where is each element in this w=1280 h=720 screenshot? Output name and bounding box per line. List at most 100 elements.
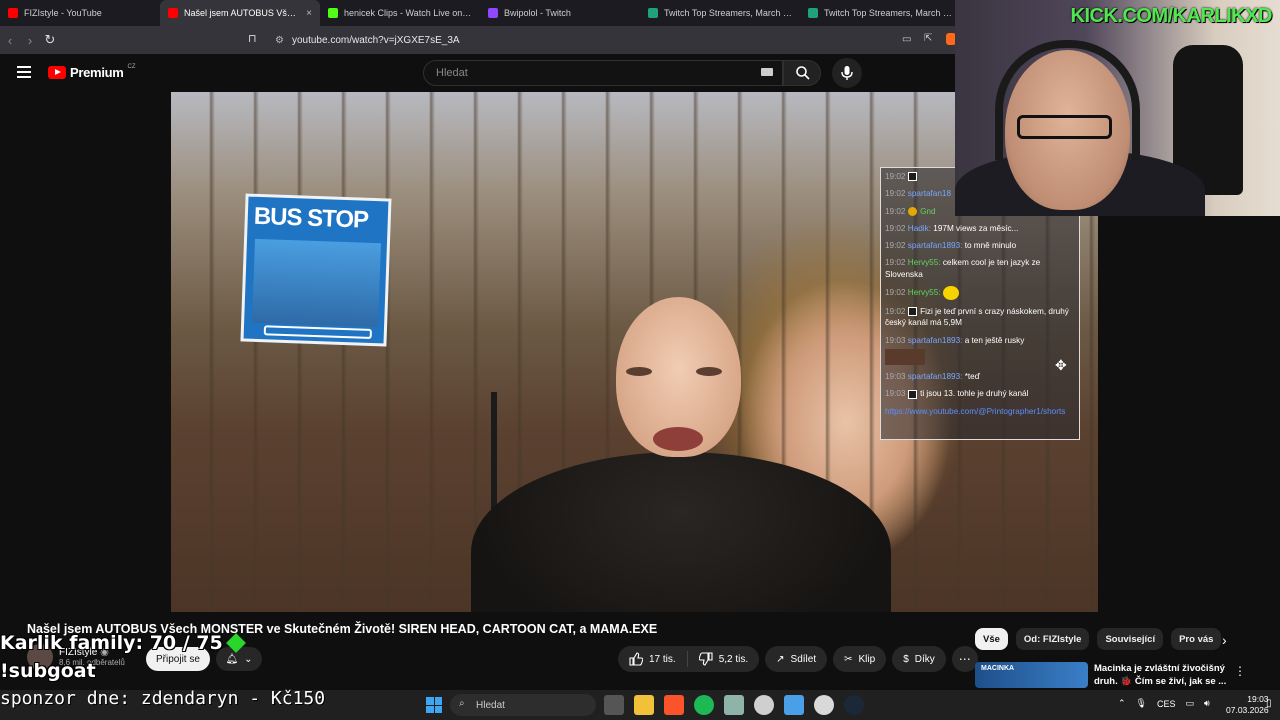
chat-message: 19:03 ti jsou 13. tohle je druhý kanál xyxy=(885,388,1075,399)
suggested-video-menu-icon[interactable]: ⋮ xyxy=(1234,664,1246,678)
filter-chip[interactable]: Pro vás xyxy=(1171,628,1222,650)
chat-username[interactable]: Hadik: xyxy=(908,224,931,233)
voice-search-button[interactable] xyxy=(832,58,862,88)
url-field[interactable]: ⚙ youtube.com/watch?v=jXGXE7sE_3A xyxy=(275,30,975,50)
chat-link[interactable]: https://www.youtube.com/@Printographer1/… xyxy=(885,407,1065,416)
dislike-button[interactable]: 5,2 tis. xyxy=(688,646,759,672)
chat-timestamp: 19:02 xyxy=(885,206,906,216)
system-tray: ⌃ 🎙︎ CES ▭ 🔊︎ xyxy=(1118,698,1210,709)
network-icon[interactable]: ▭ xyxy=(1186,698,1195,709)
sponsor-of-the-day: sponzor dne: zdendaryn - Kč150 xyxy=(0,688,326,709)
notifications-icon[interactable]: ▯ xyxy=(1266,698,1272,709)
chat-username[interactable]: Hervy55: xyxy=(908,258,941,267)
menu-icon[interactable] xyxy=(17,66,31,78)
taskbar-clock[interactable]: 19:03 07.03.2026 xyxy=(1226,694,1269,716)
suggested-video[interactable]: MACINKA Macinka je zvláštní živočišný dr… xyxy=(975,662,1275,688)
reload-icon[interactable]: ↻ xyxy=(40,32,60,48)
close-tab-icon[interactable]: × xyxy=(306,8,312,19)
thanks-button[interactable]: $ Díky xyxy=(892,646,946,672)
more-actions-button[interactable]: ⋯ xyxy=(951,646,978,672)
keyboard-icon[interactable] xyxy=(761,68,773,76)
suggested-video-title[interactable]: Macinka je zvláštní živočišný druh. 🐞 Čí… xyxy=(1094,662,1244,688)
move-cursor-icon: ✥ xyxy=(1055,357,1067,373)
thumbs-down-icon xyxy=(698,652,713,666)
bookmark-icon[interactable]: ⊓ xyxy=(248,32,257,45)
steam-icon[interactable] xyxy=(844,695,864,715)
browser-tab[interactable]: Twitch Top Streamers, March 2026 - T xyxy=(640,0,800,26)
chat-message: 19:02 spartafan1893: to mně minulo xyxy=(885,240,1075,251)
search-button[interactable] xyxy=(783,60,821,86)
super-thanks-icon: $ xyxy=(903,653,909,665)
notepad-icon[interactable] xyxy=(724,695,744,715)
taskbar-search[interactable]: ⌕ Hledat xyxy=(450,694,596,716)
scissors-icon: ✂ xyxy=(844,653,853,665)
browser-tab[interactable]: Twitch Top Streamers, March 2026 xyxy=(800,0,960,26)
language-indicator[interactable]: CES xyxy=(1157,699,1176,709)
chat-message: 19:02 Hadik: 197M views za měsíc... xyxy=(885,223,1075,234)
filter-chip[interactable]: Vše xyxy=(975,628,1008,650)
tab-favicon-icon xyxy=(648,8,658,18)
chat-username[interactable]: Hervy55: xyxy=(908,288,941,297)
clock-date: 07.03.2026 xyxy=(1226,705,1269,715)
chat-badge-icon xyxy=(907,172,917,182)
chat-timestamp: 19:03 xyxy=(885,335,906,345)
thumbs-up-icon xyxy=(629,652,643,666)
kick-channel-name: KICK.COM/KARLIKXD xyxy=(1070,5,1273,27)
brave-browser-icon[interactable] xyxy=(664,695,684,715)
back-icon[interactable]: ‹ xyxy=(0,33,20,48)
tab-label: Bwipolol - Twitch xyxy=(504,8,571,18)
chat-username[interactable]: spartafan1893: xyxy=(908,241,963,250)
site-info-icon[interactable]: ⚙ xyxy=(275,35,284,46)
task-view-icon[interactable] xyxy=(604,695,624,715)
search-input[interactable]: Hledat xyxy=(423,60,783,86)
chat-message: 19:02 Hervy55: xyxy=(885,286,1075,301)
dislike-count: 5,2 tis. xyxy=(718,653,749,665)
video-bus-stop-sign: BUS STOP xyxy=(240,193,392,347)
chat-message: 19:03 spartafan1893: *teď xyxy=(885,371,1075,382)
browser-tab[interactable]: FIZIstyle - YouTube xyxy=(0,0,160,26)
tab-favicon-icon xyxy=(488,8,498,18)
browser-tab[interactable]: Bwipolol - Twitch xyxy=(480,0,640,26)
share-page-icon[interactable]: ⇱ xyxy=(924,33,932,44)
chat-username[interactable]: Gnd xyxy=(920,207,935,216)
suggested-video-thumbnail[interactable]: MACINKA xyxy=(975,662,1088,688)
clip-button[interactable]: ✂ Klip xyxy=(833,646,887,672)
filter-chip[interactable]: Související xyxy=(1097,628,1164,650)
chat-username[interactable]: spartafan18 xyxy=(908,189,951,198)
chat-text: *teď xyxy=(964,371,980,381)
tab-label: Twitch Top Streamers, March 2026 xyxy=(824,8,952,18)
chat-timestamp: 19:02 xyxy=(885,223,906,233)
photos-icon[interactable] xyxy=(784,695,804,715)
volume-icon[interactable]: 🔊︎ xyxy=(1204,698,1210,709)
taskbar-apps xyxy=(604,695,864,715)
forward-icon[interactable]: › xyxy=(20,33,40,48)
chat-text: 197M views za měsíc... xyxy=(933,223,1019,233)
chat-message: 19:02 Hervy55: celkem cool je ten jazyk … xyxy=(885,257,1075,280)
obs-icon[interactable] xyxy=(754,695,774,715)
youtube-logo[interactable]: Premium CZ xyxy=(48,64,136,80)
filter-chip[interactable]: Od: FIZIstyle xyxy=(1015,628,1090,650)
app-icon[interactable] xyxy=(814,695,834,715)
share-button[interactable]: ↗ Sdílet xyxy=(765,646,828,672)
browser-tab[interactable]: henicek Clips - Watch Live on Kick xyxy=(320,0,480,26)
windows-start-icon[interactable] xyxy=(426,697,442,713)
browser-tab[interactable]: Našel jsem AUTOBUS Všech M × xyxy=(160,0,320,26)
webcam-headphones xyxy=(995,40,1140,160)
chevron-right-icon[interactable]: › xyxy=(1222,632,1227,648)
chat-message: 19:02 Fizi je teď první s crazy náskokem… xyxy=(885,306,1075,329)
like-button[interactable]: 17 tis. xyxy=(618,646,687,672)
youtube-wordmark: Premium xyxy=(70,65,124,80)
file-explorer-icon[interactable] xyxy=(634,695,654,715)
tray-chevron-up-icon[interactable]: ⌃ xyxy=(1118,698,1126,709)
chat-text: a ten ještě rusky xyxy=(964,335,1025,345)
chat-username[interactable]: spartafan1893: xyxy=(908,372,963,381)
chat-username[interactable]: spartafan1893: xyxy=(908,336,963,345)
heart-icon xyxy=(225,633,246,653)
search-icon: ⌕ xyxy=(459,698,465,709)
spotify-icon[interactable] xyxy=(694,695,714,715)
video-person-mouth xyxy=(653,427,703,451)
taskbar-search-placeholder: Hledat xyxy=(476,699,505,711)
like-count: 17 tis. xyxy=(649,653,676,665)
microphone-tray-icon[interactable]: 🎙︎ xyxy=(1136,698,1147,709)
screenshot-icon[interactable]: ▭ xyxy=(902,34,911,45)
